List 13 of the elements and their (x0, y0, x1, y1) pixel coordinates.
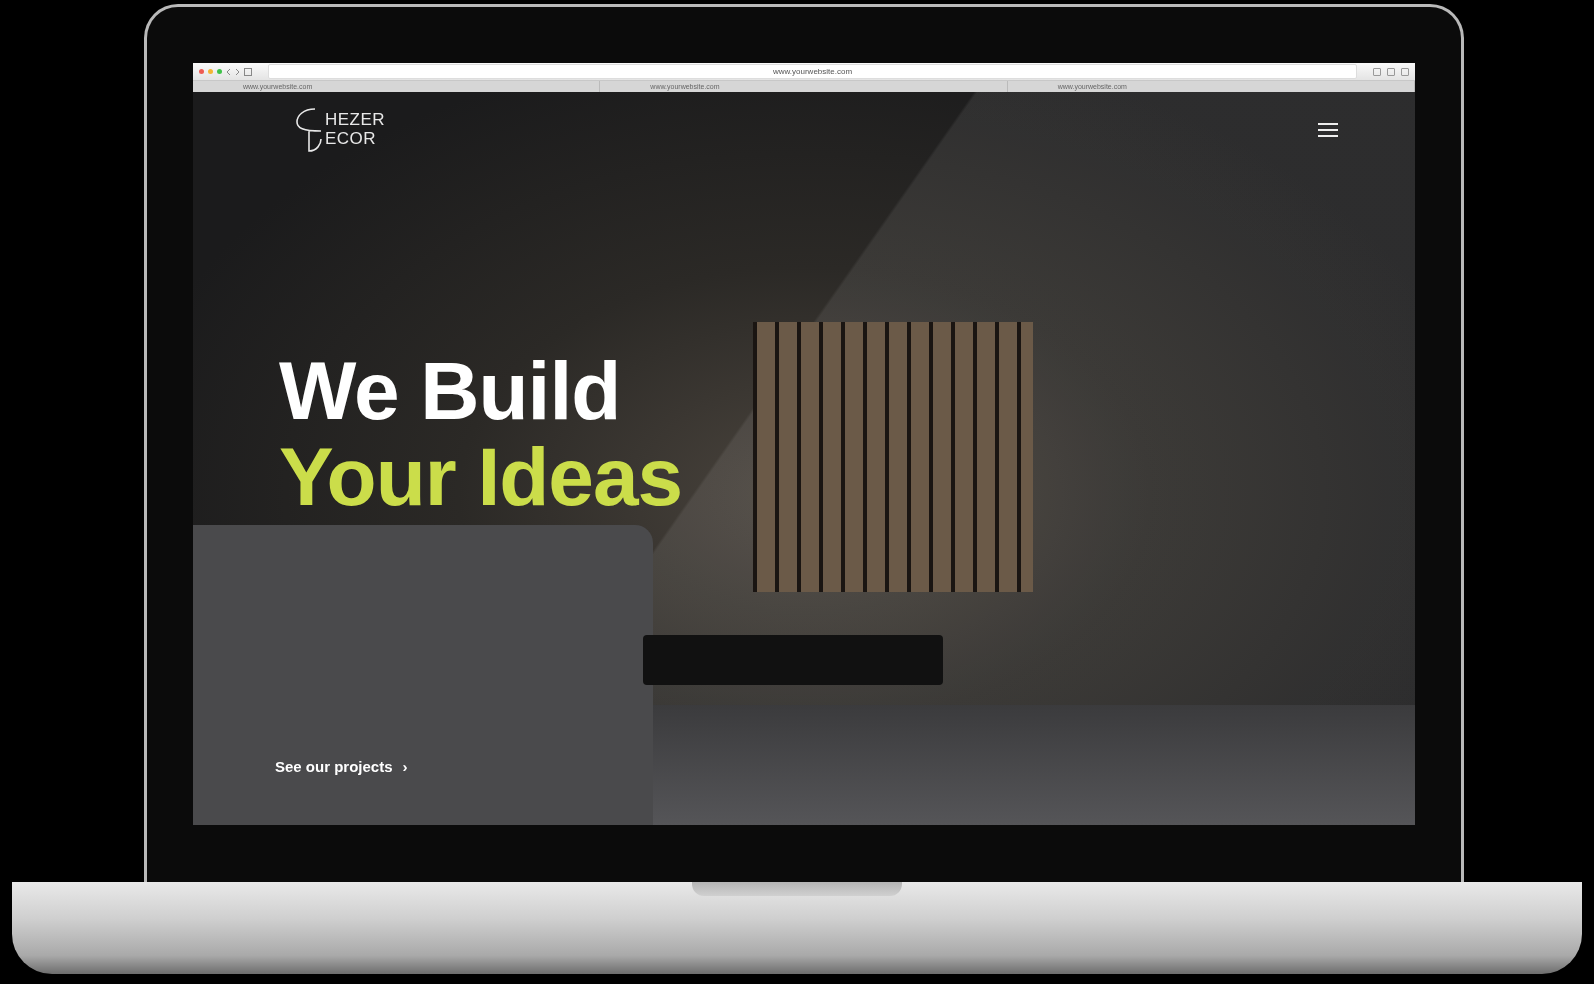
address-field[interactable]: www.yourwebsite.com (268, 64, 1357, 79)
back-forward-icon[interactable] (226, 67, 240, 76)
close-icon[interactable] (199, 69, 204, 74)
headline: We Build (279, 348, 621, 434)
projects-link[interactable]: See our projects › (275, 758, 408, 775)
headline-accent: Your Ideas (279, 434, 683, 520)
sidebar-icon[interactable] (244, 67, 252, 76)
logo-text: HEZER (325, 110, 386, 129)
toolbar-icons-drawing (1373, 67, 1409, 76)
maximize-icon[interactable] (217, 69, 222, 74)
logo-mark-icon (295, 106, 323, 152)
logo-text: ECOR (325, 129, 378, 148)
menu-icon[interactable] (1317, 122, 1339, 138)
